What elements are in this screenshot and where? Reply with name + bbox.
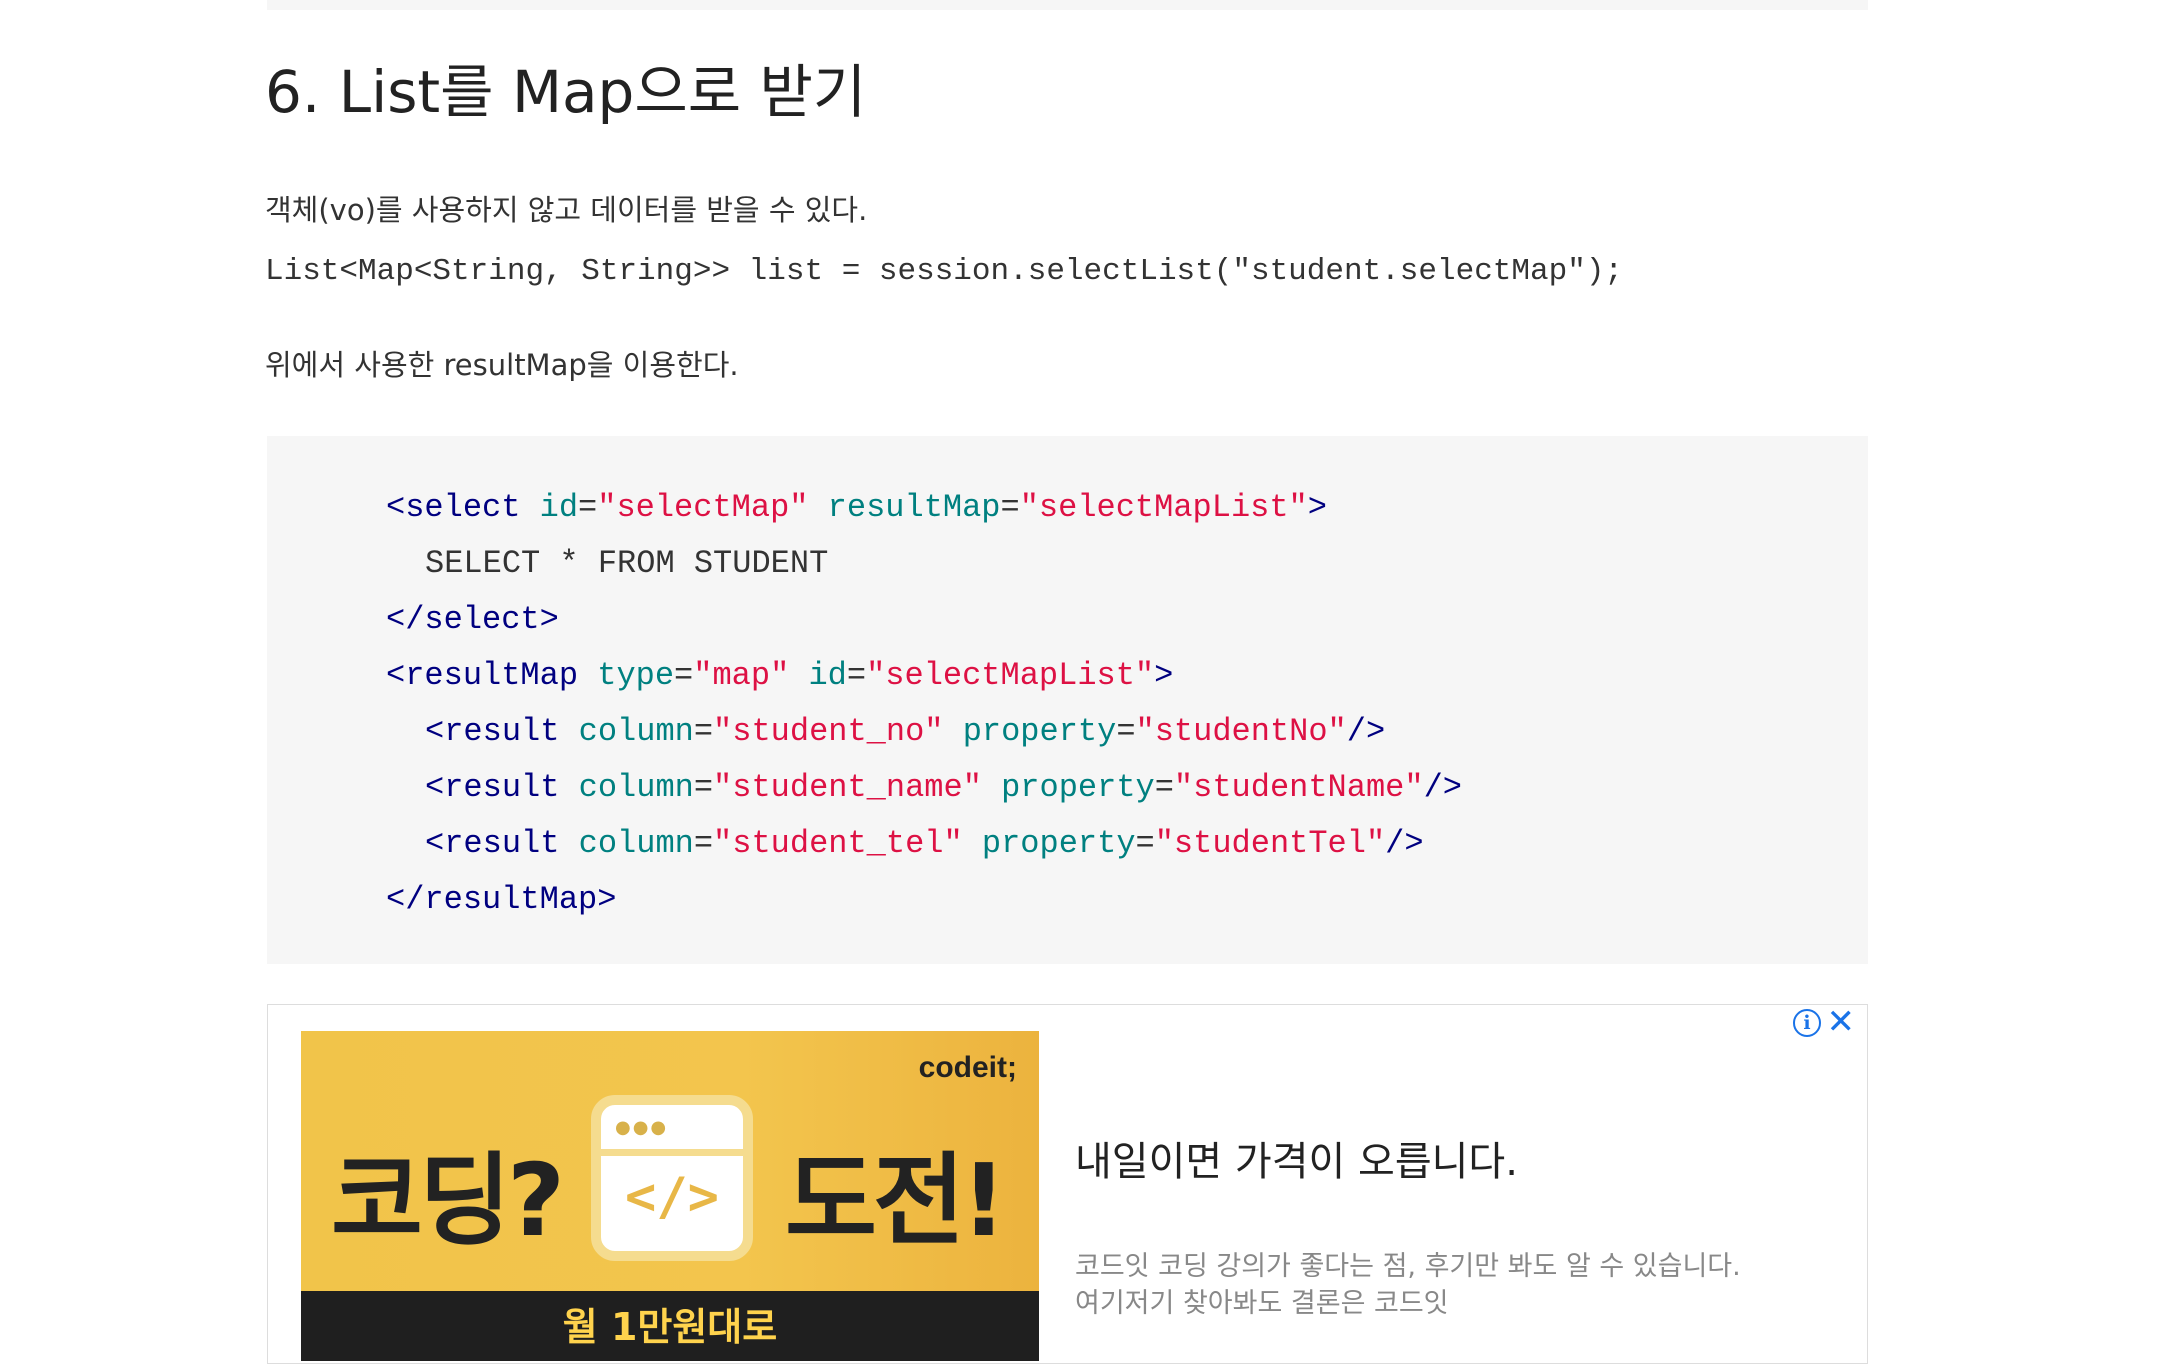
code-line-select-close: </select> <box>386 601 559 638</box>
ad-brand-logo: codeit; <box>918 1051 1017 1084</box>
ad-info-icon[interactable]: i <box>1793 1009 1821 1037</box>
ad-container[interactable]: i ✕ codeit; 코딩? ●●● </> 도전! 월 1만원대로 내일이면… <box>267 1004 1868 1364</box>
ad-hero-text-right: 도전! <box>785 1142 1007 1259</box>
ad-close-icon[interactable]: ✕ <box>1827 1005 1856 1039</box>
code-line-resultmap-close: </resultMap> <box>386 881 617 918</box>
code-brackets-glyph: </> <box>625 1167 719 1227</box>
code-line-result-no: <result column="student_no" property="st… <box>425 713 1386 750</box>
code-line-select-open: <select id="selectMap" resultMap="select… <box>386 489 1327 526</box>
intro-paragraph: 객체(vo)를 사용하지 않고 데이터를 받을 수 있다. <box>265 193 868 227</box>
ad-price-strip: 월 1만원대로 <box>301 1291 1039 1361</box>
resultmap-paragraph: 위에서 사용한 resultMap을 이용한다. <box>265 348 739 382</box>
inline-code-line: List<Map<String, String>> list = session… <box>265 254 1624 289</box>
ad-description-line-1[interactable]: 코드잇 코딩 강의가 좋다는 점, 후기만 봐도 알 수 있습니다. <box>1075 1248 1741 1285</box>
code-block: <select id="selectMap" resultMap="select… <box>267 436 1868 964</box>
ad-headline[interactable]: 내일이면 가격이 오릅니다. <box>1075 1129 1518 1187</box>
code-line-result-tel: <result column="student_tel" property="s… <box>425 825 1424 862</box>
ad-banner-image[interactable]: codeit; 코딩? ●●● </> 도전! 월 1만원대로 <box>301 1031 1039 1361</box>
code-window-icon: ●●● </> <box>591 1095 753 1261</box>
previous-block-edge <box>267 0 1868 10</box>
code-line-resultmap-open: <resultMap type="map" id="selectMapList"… <box>386 657 1174 694</box>
ad-description-line-2[interactable]: 여기저기 찾아봐도 결론은 코드잇 <box>1075 1285 1449 1322</box>
section-heading: 6. List를 Map으로 받기 <box>265 58 867 126</box>
code-line-result-name: <result column="student_name" property="… <box>425 769 1462 806</box>
code-line-sql: SELECT * FROM STUDENT <box>425 545 829 582</box>
ad-hero-text-left: 코딩? <box>331 1142 565 1259</box>
